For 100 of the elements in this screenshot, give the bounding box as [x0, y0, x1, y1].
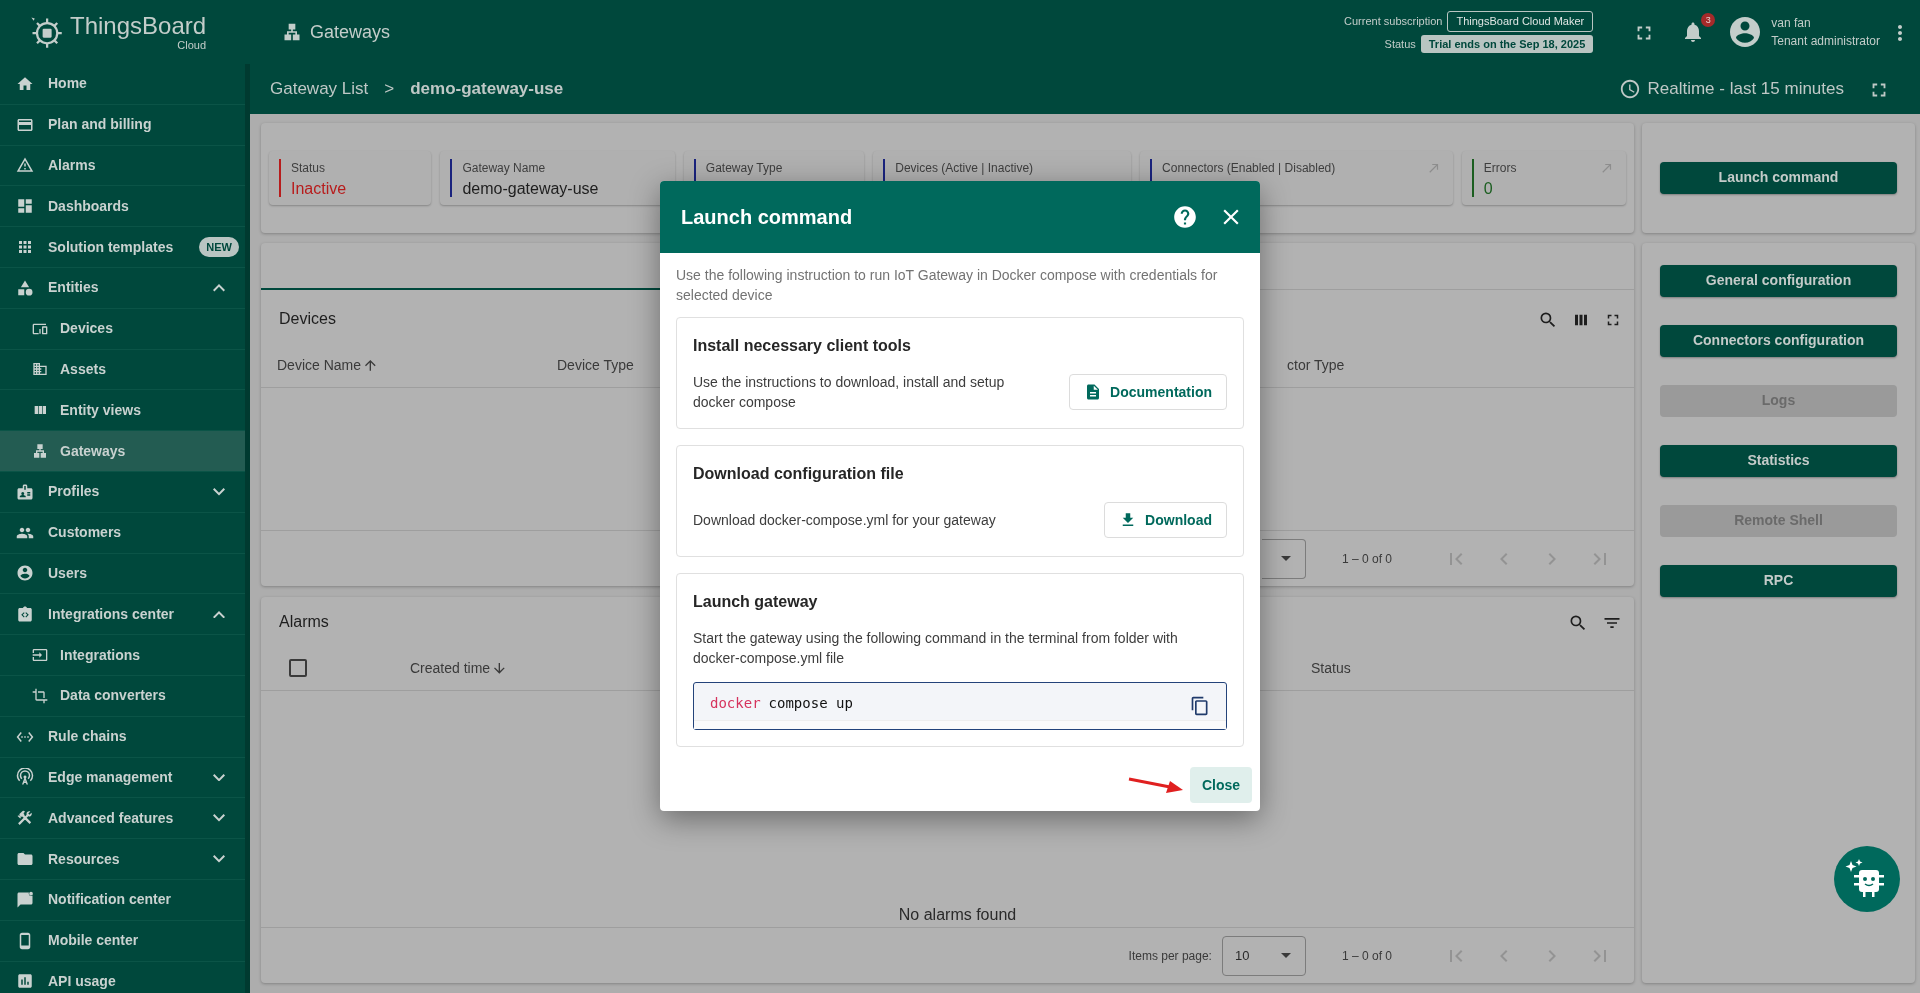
section-description: Download docker-compose.yml for your gateway [693, 511, 997, 530]
sidebar-item[interactable]: Profiles [0, 471, 245, 513]
section-title: Download configuration file [693, 464, 905, 484]
chevron-down-icon [213, 855, 225, 863]
chat-icon [16, 890, 34, 909]
hierarchy-icon [32, 443, 48, 460]
action-button[interactable]: RPC [1660, 564, 1897, 597]
column-header[interactable]: ctor Type [1287, 343, 1345, 387]
crop-icon [32, 687, 48, 704]
antenna-icon [16, 768, 34, 787]
stat-value: 0 [1483, 178, 1494, 199]
chevron-up-icon [213, 284, 225, 292]
bar-chart-icon [16, 972, 34, 991]
page-size-select[interactable]: 10 [1221, 935, 1306, 976]
sidebar-item[interactable]: Rule chains [0, 716, 245, 758]
panel-title: Devices [279, 308, 336, 329]
sidebar-item[interactable]: Integrations center [0, 594, 245, 636]
clipboard-icon [16, 605, 34, 624]
sidebar-item[interactable]: Customers [0, 512, 245, 554]
sidebar-item[interactable]: API usage [0, 961, 245, 993]
stat-label: Devices (Active | Inactive) [895, 159, 1034, 177]
section-button[interactable]: Download [1104, 502, 1227, 538]
select-all-checkbox[interactable] [289, 659, 307, 677]
dialog-description: Use the following instruction to run IoT Gateway in Docker compose with credentials for selected device [676, 266, 1219, 305]
empty-state-text: No alarms found [897, 905, 1018, 925]
more-icon [1898, 24, 1902, 41]
stat-label: Gateway Type [705, 159, 783, 177]
subscription-badge: ThingsBoard Cloud Maker [1447, 11, 1594, 32]
chevron-up-icon [213, 610, 225, 618]
column-header[interactable]: Device Type [557, 343, 634, 387]
section-title: Install necessary client tools [693, 336, 912, 356]
badge-icon [16, 482, 34, 501]
chevron-down-icon [213, 488, 225, 496]
tools-icon [16, 809, 34, 828]
chevron-down-icon [213, 773, 225, 782]
sidebar-item[interactable]: Resources [0, 839, 245, 880]
stat-label: Connectors (Enabled | Disabled) [1162, 159, 1336, 177]
sidebar-item[interactable]: Edge management [0, 757, 245, 799]
sidebar-item[interactable]: Plan and billing [0, 104, 245, 146]
chevron-down-icon [213, 814, 225, 822]
sidebar-item[interactable]: Mobile center [0, 920, 245, 962]
breadcrumb-link[interactable]: Gateway List [270, 76, 369, 102]
action-button[interactable]: Launch command [1660, 161, 1897, 194]
annotation-arrow [1127, 776, 1184, 794]
sidebar-item[interactable]: Home [0, 64, 245, 105]
stat-label: Errors [1483, 159, 1517, 177]
dialog-title: Launch command [681, 205, 853, 230]
shapes-icon [16, 278, 34, 297]
page-range: 1 – 0 of 0 [1341, 947, 1392, 965]
action-button[interactable]: Connectors configuration [1660, 324, 1897, 357]
sidebar-item[interactable]: Data converters [0, 675, 245, 717]
sidebar-item[interactable]: Devices [0, 308, 245, 350]
sidebar-item[interactable]: Entities [0, 268, 245, 309]
sidebar-item[interactable]: Gateways [0, 431, 245, 472]
code-token: compose up [768, 694, 853, 713]
sidebar-item[interactable]: Users [0, 553, 245, 595]
timewindow-button[interactable]: Realtime - last 15 minutes [1619, 76, 1844, 102]
caret-icon [1280, 953, 1291, 958]
stat-value: Inactive [291, 178, 347, 199]
sidebar-item[interactable]: Advanced features [0, 798, 245, 840]
column-header[interactable]: Device Name [277, 343, 376, 387]
action-button[interactable]: General configuration [1660, 264, 1897, 297]
sidebar-item[interactable]: Integrations [0, 635, 245, 676]
status-label: Status [1384, 36, 1416, 52]
breadcrumb-separator: > [384, 78, 395, 101]
section-button[interactable]: Documentation [1069, 374, 1227, 410]
section-description: Use the instructions to download, install and setup docker compose [693, 373, 1006, 412]
help-button[interactable] [1172, 204, 1198, 230]
code-token: docker [710, 694, 761, 713]
logo-icon [28, 14, 64, 50]
stat-label: Status [291, 159, 327, 177]
sidebar-item[interactable]: Solution templates NEW [0, 227, 245, 268]
items-per-page-label: Items per page: [1128, 947, 1212, 965]
section-title: Launch gateway [693, 592, 819, 612]
help-icon [1172, 204, 1198, 230]
page-range: 1 – 0 of 0 [1341, 550, 1392, 568]
close-button[interactable]: Close [1189, 767, 1252, 803]
section-description: Start the gateway using the following command in the terminal from folder with docker-compose.yml file [693, 629, 1179, 668]
clock-icon [1619, 78, 1642, 100]
stat-value: demo-gateway-use [462, 178, 599, 199]
action-button[interactable]: Statistics [1660, 444, 1897, 477]
sidebar-item[interactable]: Assets [0, 349, 245, 391]
user-icon [16, 564, 34, 583]
user-role: Tenant administrator [1771, 33, 1880, 50]
input-icon [32, 647, 48, 664]
stat-label: Gateway Name [462, 159, 547, 177]
copy-icon [1190, 695, 1210, 716]
notification-count: 3 [1701, 13, 1716, 27]
dashboard-icon [16, 197, 34, 216]
status-badge: Trial ends on the Sep 18, 2025 [1420, 34, 1594, 53]
sidebar-item[interactable]: Alarms [0, 145, 245, 187]
column-header[interactable]: Created time [410, 647, 505, 690]
logo-edition: Cloud [177, 39, 207, 51]
column-header[interactable]: Status [1311, 647, 1351, 690]
new-badge: NEW [199, 236, 239, 258]
sidebar-item[interactable]: Notification center [0, 879, 245, 921]
caret-icon [1280, 556, 1291, 561]
logo-text: ThingsBoard [70, 13, 207, 39]
building-icon [32, 361, 48, 378]
sidebar-item[interactable]: Dashboards [0, 186, 245, 228]
